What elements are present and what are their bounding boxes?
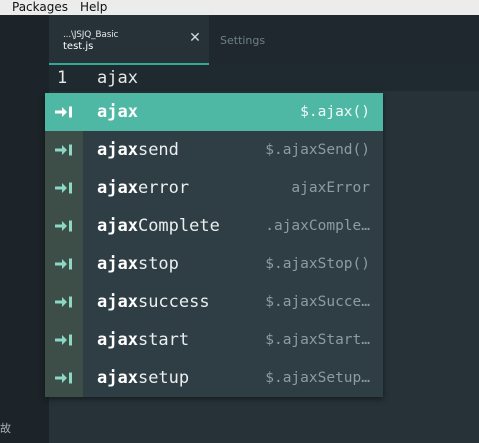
- snippet-arrow-icon: [45, 245, 83, 283]
- autocomplete-item[interactable]: ajaxComplete .ajaxComple…: [45, 207, 383, 245]
- tab-test-js[interactable]: ...\JSJQ_Basic test.js ✕: [49, 15, 209, 65]
- autocomplete-item-label: ajaxsend: [97, 140, 179, 160]
- autocomplete-item[interactable]: ajaxsend $.ajaxSend(): [45, 131, 383, 169]
- tree-view-panel: 故: [0, 15, 50, 443]
- autocomplete-match-text: ajax: [97, 216, 138, 236]
- autocomplete-rest-text: stop: [137, 254, 179, 274]
- tab-bar: ...\JSJQ_Basic test.js ✕ Settings: [49, 15, 479, 65]
- snippet-arrow-icon: [45, 169, 83, 207]
- autocomplete-item-label: ajax: [97, 102, 138, 122]
- autocomplete-item-detail: $.ajax(): [300, 104, 370, 120]
- autocomplete-item[interactable]: ajaxsetup $.ajaxSetup…: [45, 359, 383, 397]
- tab-path: ...\JSJQ_Basic: [63, 30, 119, 40]
- line-number: 1: [57, 68, 68, 88]
- autocomplete-match-text: ajax: [97, 178, 138, 198]
- menu-item-help[interactable]: Help: [80, 0, 107, 15]
- autocomplete-rest-text: setup: [137, 368, 190, 388]
- autocomplete-item-detail: $.ajaxSend(): [265, 142, 370, 158]
- autocomplete-item[interactable]: ajaxstart $.ajaxStart…: [45, 321, 383, 359]
- autocomplete-item-label: ajaxsetup: [97, 368, 189, 388]
- autocomplete-item-label: ajaxstop: [97, 254, 179, 274]
- autocomplete-item[interactable]: ajax $.ajax(): [45, 93, 383, 131]
- snippet-arrow-icon: [45, 283, 83, 321]
- autocomplete-match-text: ajax: [97, 254, 138, 274]
- menu-item-packages[interactable]: Packages: [12, 0, 68, 15]
- autocomplete-match-text: ajax: [97, 368, 138, 388]
- autocomplete-popup: ajax $.ajax() ajaxsend $.ajaxSend() ajaxerro…: [45, 93, 383, 397]
- snippet-arrow-icon: [45, 359, 83, 397]
- snippet-arrow-icon: [45, 131, 83, 169]
- autocomplete-item-detail: $.ajaxSucce…: [265, 294, 370, 310]
- autocomplete-item-detail: $.ajaxStart…: [265, 332, 370, 348]
- autocomplete-match-text: ajax: [97, 102, 138, 122]
- autocomplete-item-detail: ajaxError: [291, 180, 370, 196]
- snippet-arrow-icon: [45, 321, 83, 359]
- tab-filename: test.js: [63, 41, 94, 52]
- autocomplete-rest-text: error: [137, 178, 190, 198]
- autocomplete-rest-text: success: [137, 292, 210, 312]
- autocomplete-match-text: ajax: [97, 330, 138, 350]
- autocomplete-item-detail: $.ajaxStop(): [265, 256, 370, 272]
- autocomplete-match-text: ajax: [97, 140, 138, 160]
- autocomplete-item-label: ajaxerror: [97, 178, 189, 198]
- autocomplete-item-detail: $.ajaxSetup…: [265, 370, 370, 386]
- autocomplete-rest-text: send: [137, 140, 179, 160]
- snippet-arrow-icon: [45, 207, 83, 245]
- autocomplete-item[interactable]: ajaxerror ajaxError: [45, 169, 383, 207]
- snippet-arrow-icon: [45, 93, 83, 131]
- autocomplete-match-text: ajax: [97, 292, 138, 312]
- autocomplete-rest-text: start: [137, 330, 190, 350]
- close-icon[interactable]: ✕: [188, 31, 202, 45]
- autocomplete-item[interactable]: ajaxsuccess $.ajaxSucce…: [45, 283, 383, 321]
- menu-bar: Packages Help: [0, 0, 479, 15]
- tab-settings[interactable]: Settings: [220, 34, 265, 47]
- autocomplete-item-label: ajaxsuccess: [97, 292, 210, 312]
- tree-view-edge-text: 故: [0, 422, 11, 435]
- autocomplete-item-detail: .ajaxComple…: [265, 218, 370, 234]
- autocomplete-item[interactable]: ajaxstop $.ajaxStop(): [45, 245, 383, 283]
- autocomplete-item-label: ajaxComplete: [97, 216, 220, 236]
- autocomplete-rest-text: Complete: [137, 216, 220, 236]
- autocomplete-item-label: ajaxstart: [97, 330, 189, 350]
- code-line[interactable]: ajax: [97, 68, 138, 88]
